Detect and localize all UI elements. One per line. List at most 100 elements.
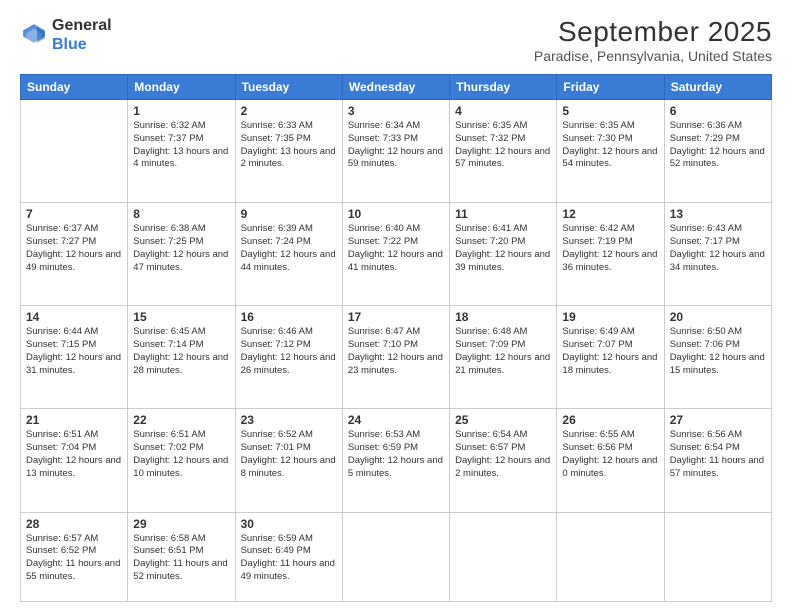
day-detail: Sunrise: 6:46 AMSunset: 7:12 PMDaylight:… <box>241 326 337 377</box>
calendar-cell: 3 Sunrise: 6:34 AMSunset: 7:33 PMDaylight… <box>342 100 449 203</box>
calendar-cell: 23 Sunrise: 6:52 AMSunset: 7:01 PMDayligh… <box>235 409 342 512</box>
day-detail: Sunrise: 6:50 AMSunset: 7:06 PMDaylight:… <box>670 326 766 377</box>
day-detail: Sunrise: 6:51 AMSunset: 7:02 PMDaylight:… <box>133 429 229 480</box>
calendar-cell: 14Sunrise: 6:44 AMSunset: 7:15 PMDayligh… <box>21 306 128 409</box>
day-detail: Sunrise: 6:48 AMSunset: 7:09 PMDaylight:… <box>455 326 551 377</box>
weekday-thursday: Thursday <box>450 75 557 100</box>
weekday-header-row: SundayMondayTuesdayWednesdayThursdayFrid… <box>21 75 772 100</box>
calendar-cell: 8 Sunrise: 6:38 AMSunset: 7:25 PMDaylight… <box>128 203 235 306</box>
day-detail: Sunrise: 6:51 AMSunset: 7:04 PMDaylight:… <box>26 429 122 480</box>
calendar-cell: 4Sunrise: 6:35 AMSunset: 7:32 PMDaylight… <box>450 100 557 203</box>
day-detail: Sunrise: 6:47 AMSunset: 7:10 PMDaylight:… <box>348 326 444 377</box>
day-detail: Sunrise: 6:57 AMSunset: 6:52 PMDaylight:… <box>26 533 122 584</box>
day-detail: Sunrise: 6:43 AMSunset: 7:17 PMDaylight:… <box>670 223 766 274</box>
day-number: 21 <box>26 413 122 427</box>
weekday-friday: Friday <box>557 75 664 100</box>
calendar-cell <box>664 512 771 601</box>
day-number: 24 <box>348 413 444 427</box>
calendar-week-5: 28 Sunrise: 6:57 AMSunset: 6:52 PMDayligh… <box>21 512 772 601</box>
calendar-cell: 22 Sunrise: 6:51 AMSunset: 7:02 PMDayligh… <box>128 409 235 512</box>
weekday-tuesday: Tuesday <box>235 75 342 100</box>
day-detail: Sunrise: 6:34 AMSunset: 7:33 PMDaylight:… <box>348 120 444 171</box>
calendar-cell: 18 Sunrise: 6:48 AMSunset: 7:09 PMDayligh… <box>450 306 557 409</box>
day-detail: Sunrise: 6:38 AMSunset: 7:25 PMDaylight:… <box>133 223 229 274</box>
day-number: 5 <box>562 104 658 118</box>
day-detail: Sunrise: 6:54 AMSunset: 6:57 PMDaylight:… <box>455 429 551 480</box>
day-number: 22 <box>133 413 229 427</box>
day-detail: Sunrise: 6:36 AMSunset: 7:29 PMDaylight:… <box>670 120 766 171</box>
day-number: 15 <box>133 310 229 324</box>
day-number: 12 <box>562 207 658 221</box>
day-detail: Sunrise: 6:53 AMSunset: 6:59 PMDaylight:… <box>348 429 444 480</box>
weekday-saturday: Saturday <box>664 75 771 100</box>
day-detail: Sunrise: 6:59 AMSunset: 6:49 PMDaylight:… <box>241 533 337 584</box>
day-detail: Sunrise: 6:52 AMSunset: 7:01 PMDaylight:… <box>241 429 337 480</box>
calendar-week-3: 14Sunrise: 6:44 AMSunset: 7:15 PMDayligh… <box>21 306 772 409</box>
calendar-cell: 7Sunrise: 6:37 AMSunset: 7:27 PMDaylight… <box>21 203 128 306</box>
day-detail: Sunrise: 6:40 AMSunset: 7:22 PMDaylight:… <box>348 223 444 274</box>
calendar-cell: 20Sunrise: 6:50 AMSunset: 7:06 PMDayligh… <box>664 306 771 409</box>
page-header: General Blue September 2025 Paradise, Pe… <box>20 16 772 64</box>
day-number: 23 <box>241 413 337 427</box>
day-number: 29 <box>133 517 229 531</box>
day-number: 17 <box>348 310 444 324</box>
day-number: 26 <box>562 413 658 427</box>
day-detail: Sunrise: 6:35 AMSunset: 7:32 PMDaylight:… <box>455 120 551 171</box>
day-number: 9 <box>241 207 337 221</box>
day-number: 18 <box>455 310 551 324</box>
calendar-cell: 30 Sunrise: 6:59 AMSunset: 6:49 PMDayligh… <box>235 512 342 601</box>
calendar-cell: 11Sunrise: 6:41 AMSunset: 7:20 PMDayligh… <box>450 203 557 306</box>
day-number: 30 <box>241 517 337 531</box>
calendar-cell: 6 Sunrise: 6:36 AMSunset: 7:29 PMDaylight… <box>664 100 771 203</box>
day-number: 13 <box>670 207 766 221</box>
calendar-cell <box>342 512 449 601</box>
day-detail: Sunrise: 6:35 AMSunset: 7:30 PMDaylight:… <box>562 120 658 171</box>
day-detail: Sunrise: 6:33 AMSunset: 7:35 PMDaylight:… <box>241 120 337 171</box>
calendar-cell: 27Sunrise: 6:56 AMSunset: 6:54 PMDayligh… <box>664 409 771 512</box>
day-number: 11 <box>455 207 551 221</box>
day-number: 7 <box>26 207 122 221</box>
day-number: 1 <box>133 104 229 118</box>
day-number: 3 <box>348 104 444 118</box>
calendar-cell: 10Sunrise: 6:40 AMSunset: 7:22 PMDayligh… <box>342 203 449 306</box>
calendar-cell <box>450 512 557 601</box>
calendar-cell: 28 Sunrise: 6:57 AMSunset: 6:52 PMDayligh… <box>21 512 128 601</box>
calendar-week-2: 7Sunrise: 6:37 AMSunset: 7:27 PMDaylight… <box>21 203 772 306</box>
calendar-cell: 5 Sunrise: 6:35 AMSunset: 7:30 PMDaylight… <box>557 100 664 203</box>
calendar-cell: 2 Sunrise: 6:33 AMSunset: 7:35 PMDaylight… <box>235 100 342 203</box>
calendar-cell: 1 Sunrise: 6:32 AMSunset: 7:37 PMDaylight… <box>128 100 235 203</box>
day-number: 2 <box>241 104 337 118</box>
day-number: 19 <box>562 310 658 324</box>
calendar-cell: 16 Sunrise: 6:46 AMSunset: 7:12 PMDayligh… <box>235 306 342 409</box>
calendar-cell: 21 Sunrise: 6:51 AMSunset: 7:04 PMDayligh… <box>21 409 128 512</box>
calendar-table: SundayMondayTuesdayWednesdayThursdayFrid… <box>20 74 772 602</box>
calendar-cell: 25Sunrise: 6:54 AMSunset: 6:57 PMDayligh… <box>450 409 557 512</box>
day-number: 16 <box>241 310 337 324</box>
calendar-cell: 17 Sunrise: 6:47 AMSunset: 7:10 PMDayligh… <box>342 306 449 409</box>
day-number: 8 <box>133 207 229 221</box>
calendar-cell: 13 Sunrise: 6:43 AMSunset: 7:17 PMDayligh… <box>664 203 771 306</box>
weekday-wednesday: Wednesday <box>342 75 449 100</box>
day-number: 6 <box>670 104 766 118</box>
logo-text: General Blue <box>52 16 112 54</box>
day-number: 28 <box>26 517 122 531</box>
day-detail: Sunrise: 6:39 AMSunset: 7:24 PMDaylight:… <box>241 223 337 274</box>
calendar-header: SundayMondayTuesdayWednesdayThursdayFrid… <box>21 75 772 100</box>
day-detail: Sunrise: 6:45 AMSunset: 7:14 PMDaylight:… <box>133 326 229 377</box>
calendar-subtitle: Paradise, Pennsylvania, United States <box>534 48 772 64</box>
calendar-week-1: 1 Sunrise: 6:32 AMSunset: 7:37 PMDaylight… <box>21 100 772 203</box>
day-detail: Sunrise: 6:58 AMSunset: 6:51 PMDaylight:… <box>133 533 229 584</box>
calendar-cell <box>557 512 664 601</box>
day-detail: Sunrise: 6:42 AMSunset: 7:19 PMDaylight:… <box>562 223 658 274</box>
day-number: 27 <box>670 413 766 427</box>
calendar-cell: 24 Sunrise: 6:53 AMSunset: 6:59 PMDayligh… <box>342 409 449 512</box>
weekday-sunday: Sunday <box>21 75 128 100</box>
calendar-cell: 19 Sunrise: 6:49 AMSunset: 7:07 PMDayligh… <box>557 306 664 409</box>
day-detail: Sunrise: 6:49 AMSunset: 7:07 PMDaylight:… <box>562 326 658 377</box>
day-detail: Sunrise: 6:55 AMSunset: 6:56 PMDaylight:… <box>562 429 658 480</box>
day-detail: Sunrise: 6:32 AMSunset: 7:37 PMDaylight:… <box>133 120 229 171</box>
calendar-week-4: 21 Sunrise: 6:51 AMSunset: 7:04 PMDayligh… <box>21 409 772 512</box>
calendar-page: General Blue September 2025 Paradise, Pe… <box>0 0 792 612</box>
calendar-cell: 26 Sunrise: 6:55 AMSunset: 6:56 PMDayligh… <box>557 409 664 512</box>
title-block: September 2025 Paradise, Pennsylvania, U… <box>534 16 772 64</box>
